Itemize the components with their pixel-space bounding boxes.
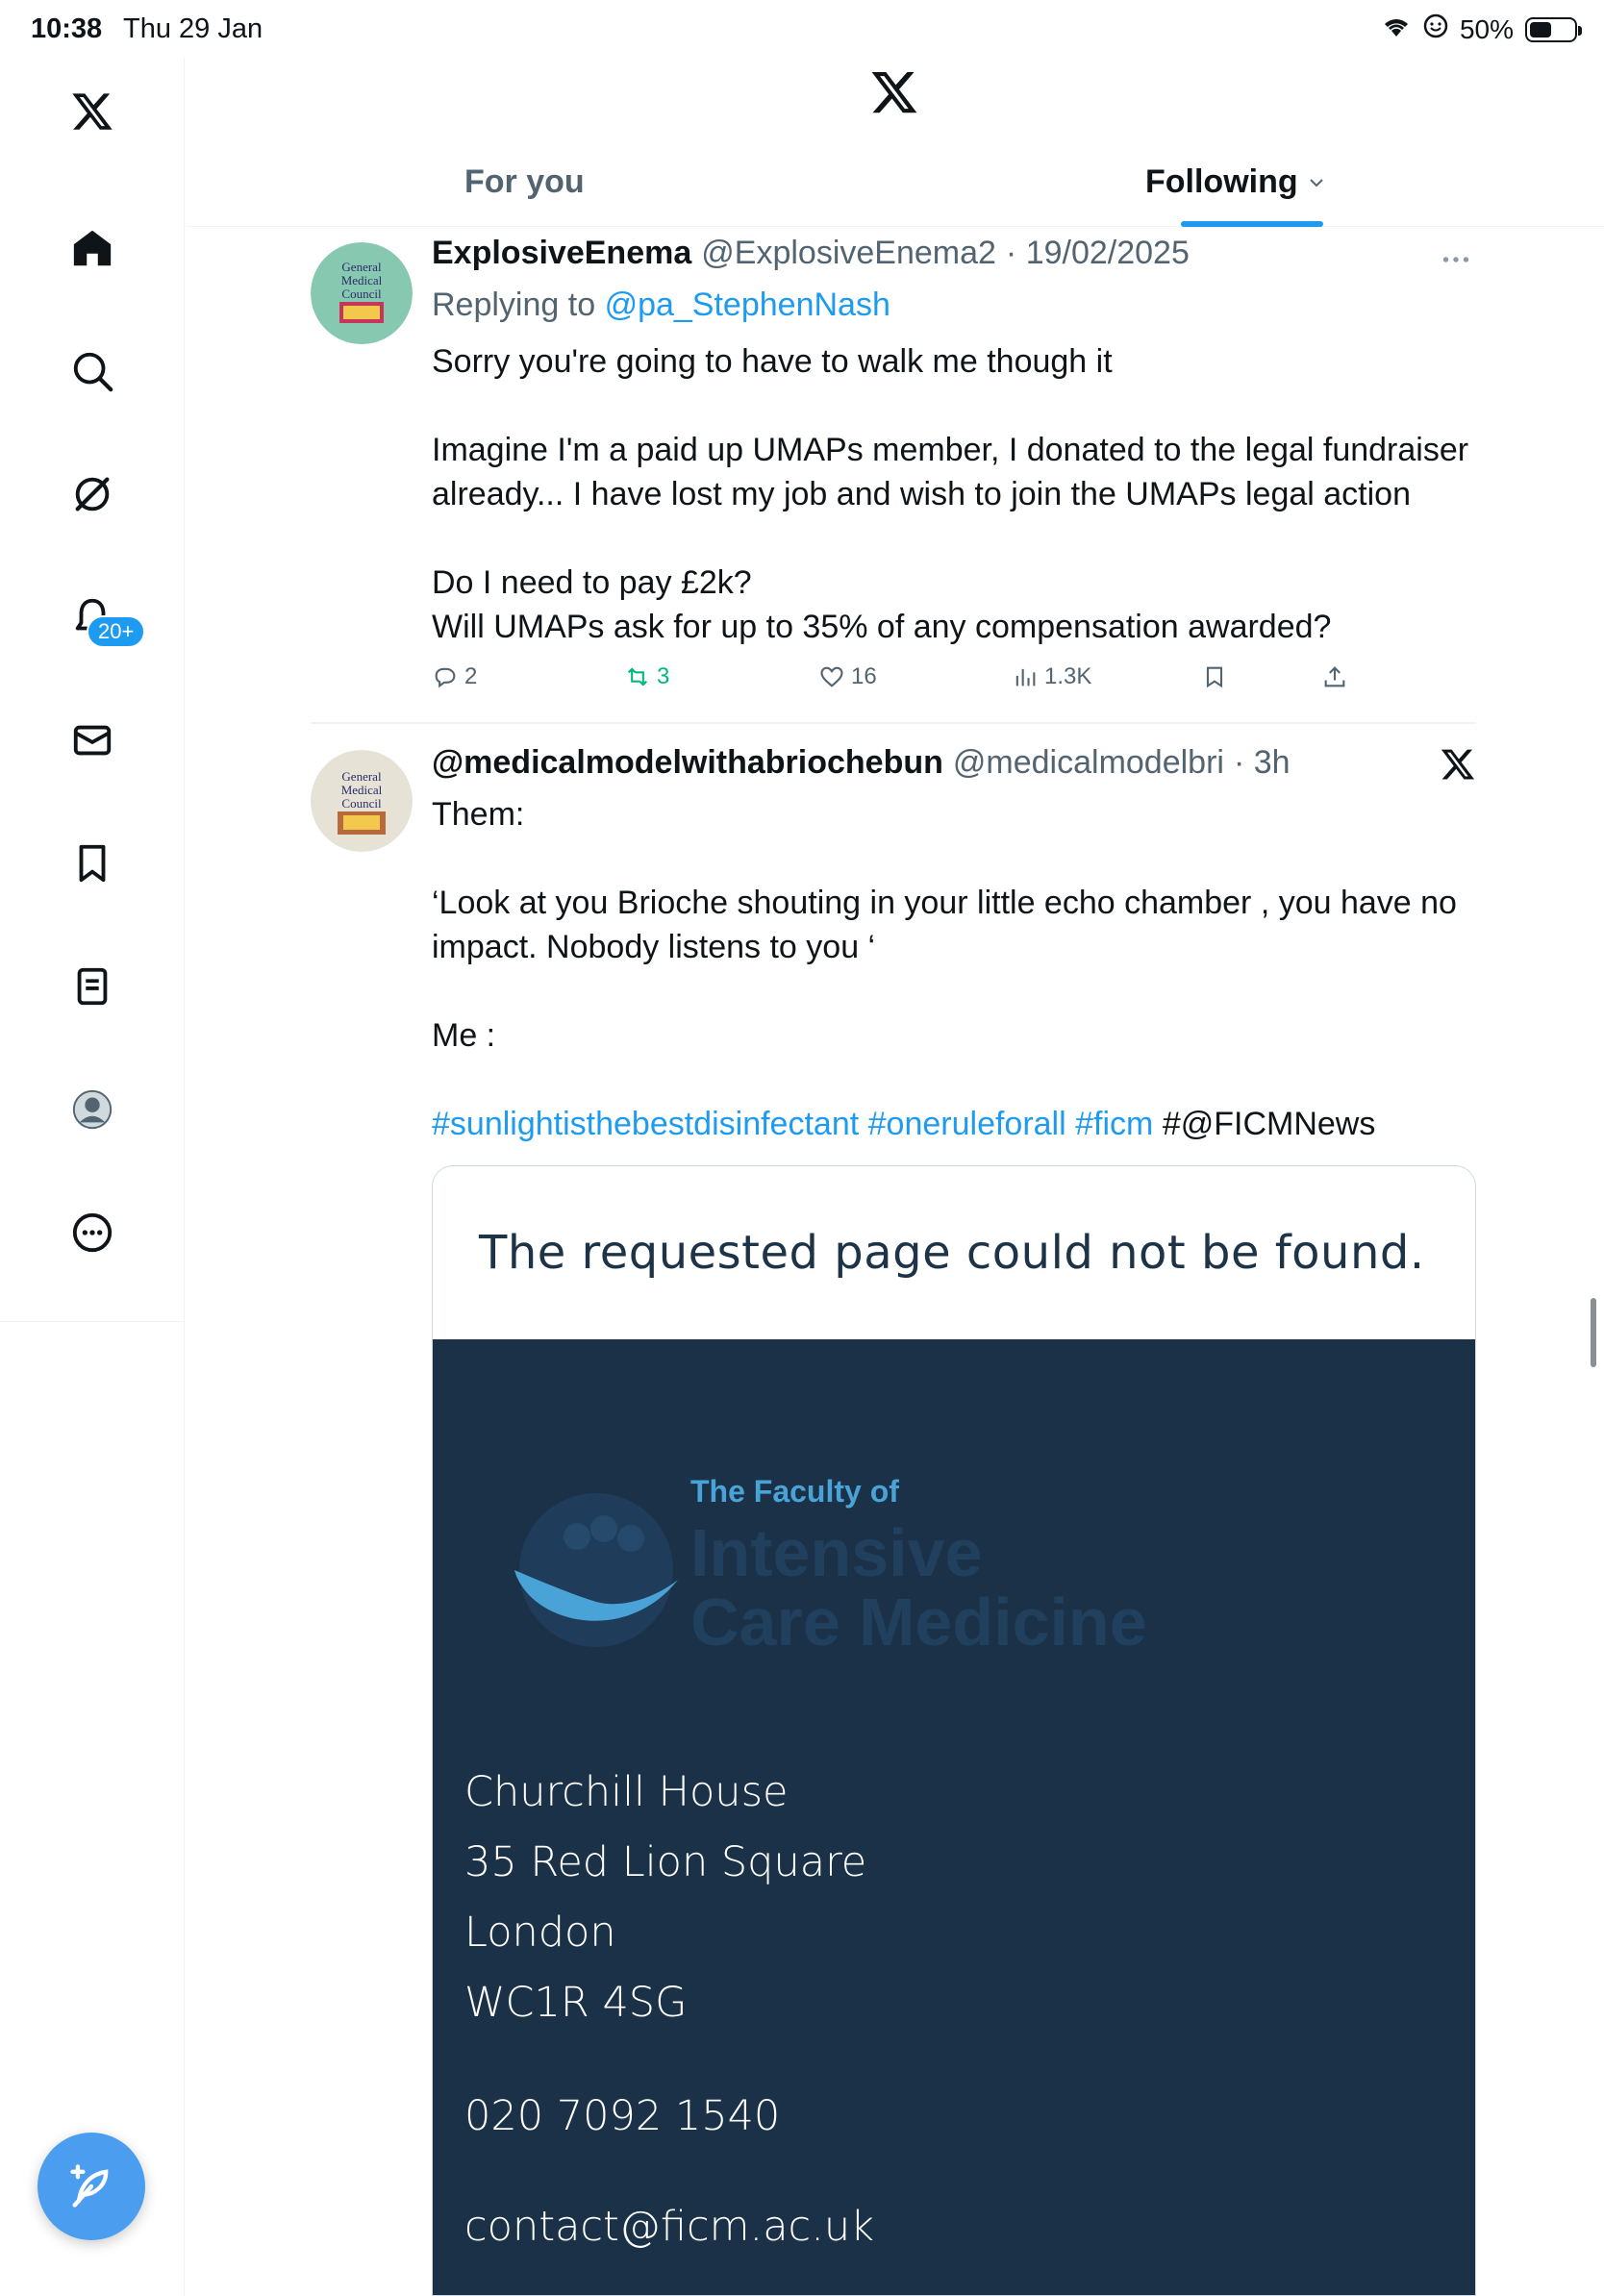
tweet-line: Do I need to pay £2k? <box>432 564 752 601</box>
tweet-line: Will UMAPs ask for up to 35% of any comp… <box>432 609 1332 645</box>
svg-text:General: General <box>341 769 382 784</box>
mail-icon[interactable] <box>63 711 121 769</box>
reply-icon <box>435 667 456 688</box>
header-x-logo-icon[interactable] <box>869 67 919 117</box>
retweet-button[interactable]: 3 <box>624 663 669 690</box>
address-line: Churchill House <box>464 1768 789 1816</box>
replying-to: Replying to @pa_StephenNash <box>432 283 890 327</box>
tweet-line: already... I have lost my job and wish t… <box>432 476 1411 512</box>
share-button[interactable] <box>1321 663 1348 690</box>
more-options-icon[interactable] <box>1439 242 1473 277</box>
grok-icon[interactable] <box>63 465 121 523</box>
timeline-tabs: For you Following <box>186 154 1604 227</box>
replying-prefix: Replying to <box>432 287 596 323</box>
card-headline: The requested page could not be found. <box>479 1226 1425 1280</box>
tweet-actions: 2 3 16 1.3K <box>432 663 1393 702</box>
tweet-line: Imagine I'm a paid up UMAPs member, I do… <box>432 432 1469 468</box>
hashtag-link[interactable]: #ficm <box>1075 1106 1153 1142</box>
tweet-line: ‘Look at you Brioche shouting in your li… <box>432 885 1457 921</box>
reply-button[interactable]: 2 <box>432 663 477 690</box>
tweet-divider <box>311 722 1476 724</box>
search-icon[interactable] <box>63 342 121 400</box>
address-line: 35 Red Lion Square <box>464 1838 867 1886</box>
reply-count: 2 <box>464 663 478 689</box>
x-logo-icon[interactable] <box>63 83 121 140</box>
author-name[interactable]: ExplosiveEnema <box>432 235 691 272</box>
svg-text:Council: Council <box>341 796 382 811</box>
avatar[interactable]: General Medical Council <box>311 242 413 344</box>
like-count: 16 <box>851 663 877 689</box>
retweet-count: 3 <box>657 663 670 689</box>
tab-for-you[interactable]: For you <box>464 163 585 201</box>
tab-following[interactable]: Following <box>1145 163 1325 201</box>
focus-icon <box>1423 13 1448 45</box>
logo-line1: Intensive <box>690 1515 983 1590</box>
status-bar: 10:38 Thu 29 Jan 50% <box>0 0 1604 58</box>
list-icon[interactable] <box>63 958 121 1015</box>
bookmark-button[interactable] <box>1201 663 1228 690</box>
tweet-date[interactable]: · 3h <box>1234 744 1291 782</box>
battery-icon <box>1525 16 1582 42</box>
address-line: London <box>464 1909 616 1957</box>
svg-text:Council: Council <box>341 287 382 301</box>
address-line: WC1R 4SG <box>464 1979 688 2027</box>
logo-line2: Care Medicine <box>690 1585 1147 1660</box>
share-icon <box>1324 666 1345 687</box>
scrollbar[interactable] <box>1591 1298 1596 1367</box>
active-tab-indicator <box>1181 221 1323 227</box>
compose-icon <box>70 2164 109 2208</box>
tweet-line: Them: <box>432 796 525 833</box>
views-count: 1.3K <box>1044 663 1092 689</box>
tab-following-label: Following <box>1145 163 1298 200</box>
svg-text:Medical: Medical <box>341 273 383 287</box>
tweet-date[interactable]: · 19/02/2025 <box>1006 235 1190 272</box>
avatar[interactable]: General Medical Council <box>311 750 413 852</box>
wifi-icon <box>1381 13 1412 45</box>
compose-button[interactable] <box>38 2133 145 2240</box>
status-right: 50% <box>1381 13 1582 45</box>
retweet-icon <box>627 667 648 686</box>
views-button[interactable]: 1.3K <box>1012 663 1091 690</box>
svg-text:Medical: Medical <box>341 783 383 797</box>
hashtag-link[interactable]: #oneruleforall <box>868 1106 1066 1142</box>
notification-badge: 20+ <box>87 615 146 648</box>
link-preview-card[interactable]: The requested page could not be found. T… <box>432 1165 1476 2296</box>
battery-level <box>1530 21 1551 37</box>
like-button[interactable]: 16 <box>818 663 877 690</box>
ficm-logo-icon <box>514 1493 678 1647</box>
profile-icon[interactable] <box>63 1081 121 1138</box>
bookmark-outline-icon <box>1206 666 1223 688</box>
tweet-line: Sorry you're going to have to walk me th… <box>432 343 1113 380</box>
logo-small-text: The Faculty of <box>690 1474 899 1509</box>
reply-mention-link[interactable]: @pa_StephenNash <box>605 287 890 323</box>
hashtag-line: #sunlightisthebestdisinfectant #onerulef… <box>432 1102 1375 1146</box>
status-time: 10:38 <box>31 13 103 44</box>
chevron-down-icon <box>1309 178 1323 187</box>
hashtag-link[interactable]: #sunlightisthebestdisinfectant <box>432 1106 859 1142</box>
phone-number: 020 7092 1540 <box>464 2092 781 2140</box>
author-handle[interactable]: @medicalmodelbri <box>953 744 1224 782</box>
svg-text:General: General <box>341 260 382 274</box>
x-logo-icon[interactable] <box>1440 746 1476 783</box>
sidebar: 20+ <box>0 58 185 2296</box>
status-date: Thu 29 Jan <box>123 13 263 44</box>
tweet-author-row: @medicalmodelwithabriochebun @medicalmod… <box>432 744 1291 782</box>
tweet-author-row: ExplosiveEnema @ExplosiveEnema2 · 19/02/… <box>432 235 1190 272</box>
bookmark-icon[interactable] <box>63 835 121 892</box>
author-name[interactable]: @medicalmodelwithabriochebun <box>432 744 943 782</box>
tweet-line: impact. Nobody listens to you ‘ <box>432 929 876 965</box>
sidebar-divider <box>0 1321 185 1322</box>
more-circle-icon[interactable] <box>63 1204 121 1261</box>
home-icon[interactable] <box>63 219 121 277</box>
card-image: The Faculty of Intensive Care Medicine C… <box>433 1339 1475 2295</box>
author-handle[interactable]: @ExplosiveEnema2 <box>701 235 996 272</box>
tweet-line: Me : <box>432 1017 496 1054</box>
views-icon <box>1015 668 1036 686</box>
battery-percent: 50% <box>1459 13 1514 44</box>
email-address: contact@ficm.ac.uk <box>464 2203 875 2251</box>
mention-tail: #@FICMNews <box>1162 1106 1376 1142</box>
heart-icon <box>820 666 843 687</box>
